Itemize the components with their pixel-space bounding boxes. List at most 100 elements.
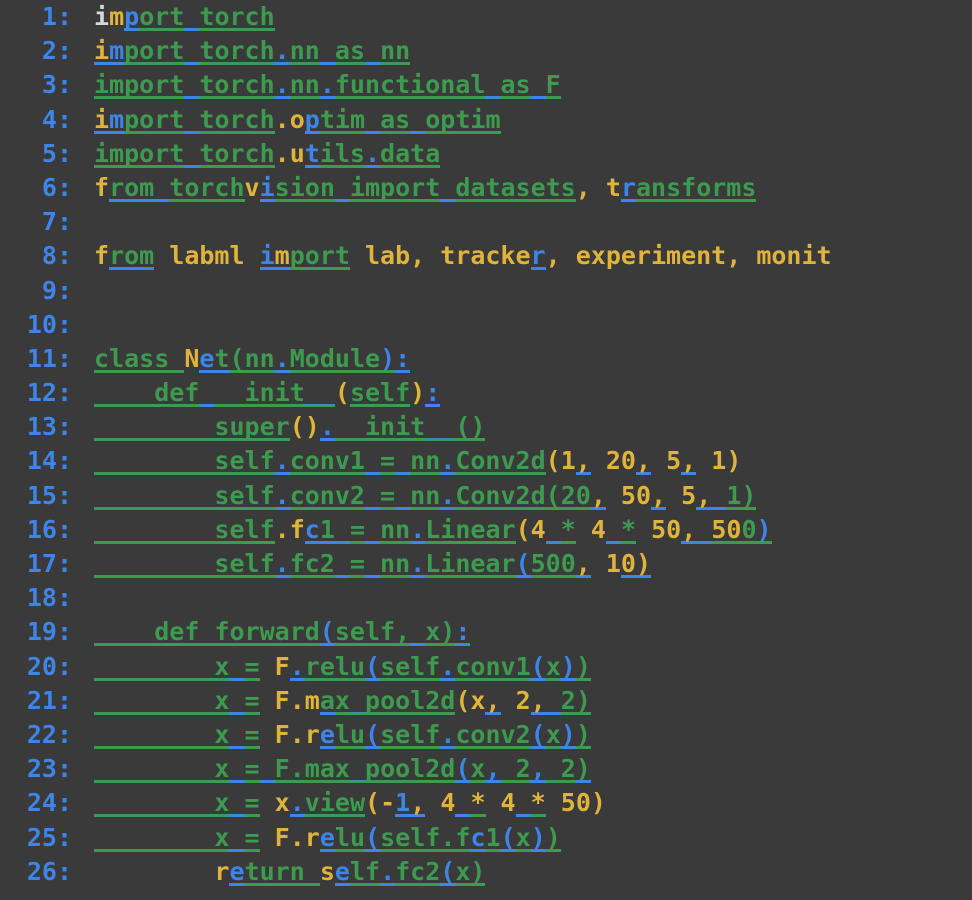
code-token: conv1: [455, 651, 531, 681]
code-token: self: [380, 719, 441, 749]
code-token: ): [380, 343, 396, 373]
code-token: , experiment, monit: [545, 241, 832, 271]
code-token: __: [214, 378, 245, 408]
code-token: .: [289, 788, 305, 818]
code-text[interactable]: self.fc1 = nn.Linear(4 * 4 * 50, 500): [72, 513, 972, 547]
code-text[interactable]: super().__init__(): [72, 410, 972, 444]
code-text[interactable]: import torch.nn as nn: [72, 34, 972, 68]
code-text[interactable]: x = F.max_pool2d(x, 2, 2): [72, 684, 972, 718]
code-line[interactable]: 5: import torch.utils.data: [0, 137, 972, 171]
code-line[interactable]: 19: def forward(self, x):: [0, 615, 972, 649]
code-line[interactable]: 1: import torch: [0, 0, 972, 34]
code-token: nn: [380, 514, 411, 544]
code-token: ,: [395, 617, 411, 647]
code-line[interactable]: 16: self.fc1 = nn.Linear(4 * 4 * 50, 500…: [0, 513, 972, 547]
code-line[interactable]: 9:: [0, 274, 972, 308]
code-line[interactable]: 20: x = F.relu(self.conv1(x)): [0, 650, 972, 684]
code-token: 1): [696, 446, 742, 476]
code-text[interactable]: def forward(self, x):: [72, 615, 972, 649]
line-number: 5:: [41, 138, 72, 168]
code-line[interactable]: 26: return self.fc2(x): [0, 855, 972, 889]
line-number: 13:: [26, 412, 72, 442]
code-text[interactable]: x = F.relu(self.conv1(x)): [72, 650, 972, 684]
code-token: v: [244, 172, 260, 202]
code-text[interactable]: x = F.relu(self.conv2(x)): [72, 718, 972, 752]
code-token: fc2: [395, 856, 441, 886]
code-token: x: [214, 685, 230, 715]
code-line[interactable]: 4: import torch.optim as optim: [0, 103, 972, 137]
code-text[interactable]: import torch: [72, 0, 972, 34]
code-token: (: [319, 617, 335, 647]
code-line[interactable]: 23: x = F.max_pool2d(x, 2, 2): [0, 752, 972, 786]
code-token: nn: [380, 549, 411, 578]
code-line[interactable]: 8: from labml import lab, tracker, experi…: [0, 239, 972, 273]
code-token: x: [214, 719, 230, 749]
code-text[interactable]: self.conv2 = nn.Conv2d(20, 50, 5, 1): [72, 479, 972, 513]
code-text[interactable]: x = x.view(-1, 4 * 4 * 50): [72, 786, 972, 820]
code-text[interactable]: class Net(nn.Module):: [72, 342, 972, 376]
code-line[interactable]: 7:: [0, 205, 972, 239]
code-token: 0: [741, 514, 757, 544]
code-line[interactable]: 24: x = x.view(-1, 4 * 4 * 50): [0, 786, 972, 820]
code-text[interactable]: import torch.optim as optim: [72, 103, 972, 137]
code-text[interactable]: x = F.max_pool2d(x, 2, 2): [72, 752, 972, 786]
code-line[interactable]: 17: self.fc2 = nn.Linear(500, 10): [0, 547, 972, 581]
code-token: self: [214, 446, 275, 476]
code-line[interactable]: 21: x = F.max_pool2d(x, 2, 2): [0, 684, 972, 718]
code-line[interactable]: 22: x = F.relu(self.conv2(x)): [0, 718, 972, 752]
code-text[interactable]: from labml import lab, tracker, experime…: [72, 239, 972, 273]
code-token: f: [289, 514, 305, 544]
code-token: ): [440, 617, 456, 647]
code-token: 20: [590, 446, 636, 476]
code-line[interactable]: 15: self.conv2 = nn.Conv2d(20, 50, 5, 1): [0, 479, 972, 513]
line-number: 11:: [26, 343, 72, 373]
code-text[interactable]: x = F.relu(self.fc1(x)): [72, 821, 972, 855]
code-text[interactable]: import torch.utils.data: [72, 137, 972, 171]
code-token: 2: [545, 754, 576, 784]
code-line[interactable]: 3: import torch.nn.functional as F: [0, 68, 972, 102]
code-token: ,: [635, 446, 652, 476]
code-token: f: [94, 241, 110, 271]
line-number: 12:: [26, 378, 72, 408]
code-text[interactable]: self.conv1 = nn.Conv2d(1, 20, 5, 1): [72, 444, 972, 478]
code-line[interactable]: 11: class Net(nn.Module):: [0, 342, 972, 376]
code-token: 4: [425, 788, 456, 818]
code-line[interactable]: 2: import torch.nn as nn: [0, 34, 972, 68]
code-line[interactable]: 12: def __init__(self):: [0, 376, 972, 410]
code-line[interactable]: 18:: [0, 581, 972, 615]
code-line[interactable]: 25: x = F.relu(self.fc1(x)): [0, 821, 972, 855]
code-token: torch: [199, 104, 275, 134]
code-token: pool2d: [365, 685, 456, 715]
code-token: :: [395, 343, 411, 373]
code-text[interactable]: return self.fc2(x): [72, 855, 972, 889]
code-token: t: [214, 343, 230, 373]
code-text[interactable]: from torchvision import datasets, transf…: [72, 171, 972, 205]
code-token: 50: [605, 480, 652, 510]
code-token: import: [94, 138, 185, 168]
code-token: init: [244, 378, 305, 408]
code-text[interactable]: import torch.nn.functional as F: [72, 68, 972, 102]
code-token: torch: [199, 36, 275, 66]
code-token: .: [440, 719, 456, 749]
code-token: ort: [139, 2, 185, 31]
code-line[interactable]: 10:: [0, 308, 972, 342]
code-text[interactable]: self.fc2 = nn.Linear(500, 10): [72, 547, 972, 581]
line-number: 21:: [26, 685, 72, 715]
code-token: lu: [334, 719, 366, 749]
code-token: ansforms: [636, 172, 757, 202]
code-viewer[interactable]: 1: import torch 2: import torch.nn as nn 3: i…: [0, 0, 972, 900]
code-line[interactable]: 13: super().__init__(): [0, 410, 972, 444]
code-line[interactable]: 14: self.conv1 = nn.Conv2d(1, 20, 5, 1): [0, 444, 972, 478]
code-line[interactable]: 6: from torchvision import datasets, tran…: [0, 171, 972, 205]
code-text[interactable]: def __init__(self):: [72, 376, 972, 410]
code-token: (: [515, 549, 531, 578]
